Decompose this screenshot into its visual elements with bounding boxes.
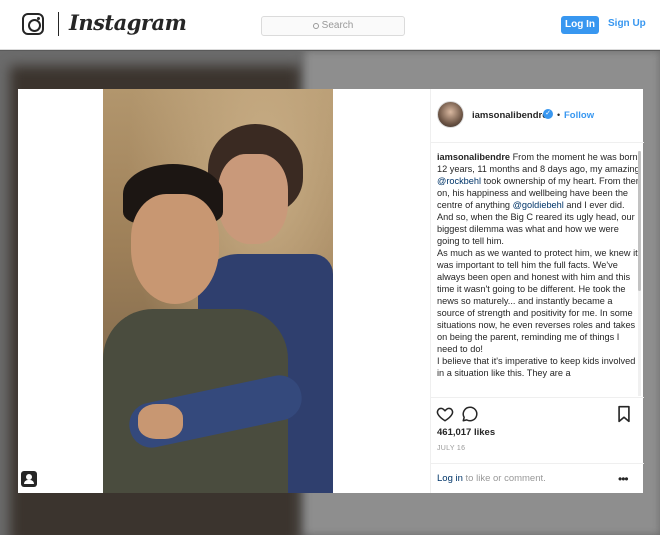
logo-divider (58, 12, 59, 36)
post-date: JULY 16 (437, 445, 466, 452)
post-modal: iamsonalibendre ✓ • Follow iamsonalibend… (18, 89, 644, 493)
caption-paragraph-3: I believe that it's imperative to keep k… (437, 356, 636, 378)
bookmark-icon[interactable] (617, 405, 631, 423)
avatar[interactable] (437, 101, 464, 128)
caption-scrollbar[interactable] (638, 151, 641, 396)
caption-paragraph-2: As much as we wanted to protect him, we … (437, 248, 638, 354)
caption-paragraph-1: iamsonalibendre From the moment he was b… (437, 151, 641, 247)
mention-rockbehl[interactable]: @rockbehl (437, 176, 481, 186)
post-username[interactable]: iamsonalibendre (472, 110, 548, 121)
search-placeholder: Search (321, 20, 354, 31)
post-actions (431, 397, 644, 427)
photo-boy-face (131, 194, 219, 304)
login-button[interactable]: Log In (561, 16, 599, 34)
search-input[interactable]: Search (261, 16, 405, 36)
comment-bar: Log in to like or comment. ••• (431, 463, 644, 493)
photo-hand (138, 404, 183, 439)
instagram-wordmark[interactable]: Instagram (69, 10, 187, 35)
caption-username[interactable]: iamsonalibendre (437, 152, 510, 162)
separator-dot: • (557, 110, 561, 120)
follow-button[interactable]: Follow (564, 110, 594, 121)
login-prompt-text: to like or comment. (462, 473, 546, 484)
search-icon (312, 23, 319, 29)
post-photo[interactable] (103, 89, 333, 493)
post-header: iamsonalibendre ✓ • Follow (431, 89, 644, 143)
post-media-area (18, 89, 430, 493)
scrollbar-thumb[interactable] (638, 151, 641, 291)
photo-woman-face (218, 154, 288, 244)
signup-link[interactable]: Sign Up (608, 18, 646, 29)
login-prompt: Log in to like or comment. (437, 473, 546, 484)
top-nav: Instagram Search Log In Sign Up (0, 0, 660, 50)
instagram-camera-icon[interactable] (22, 13, 44, 35)
user-tag-icon[interactable] (21, 471, 37, 487)
login-prompt-link[interactable]: Log in (437, 473, 463, 484)
likes-count[interactable]: 461,017 likes (437, 427, 495, 438)
mention-goldiebehl[interactable]: @goldiebehl (513, 200, 564, 210)
heart-icon[interactable] (436, 405, 454, 423)
caption: iamsonalibendre From the moment he was b… (437, 151, 641, 396)
more-options-icon[interactable]: ••• (618, 472, 629, 486)
post-side-panel: iamsonalibendre ✓ • Follow iamsonalibend… (430, 89, 644, 493)
comment-icon[interactable] (461, 405, 479, 423)
verified-badge-icon: ✓ (543, 109, 553, 119)
